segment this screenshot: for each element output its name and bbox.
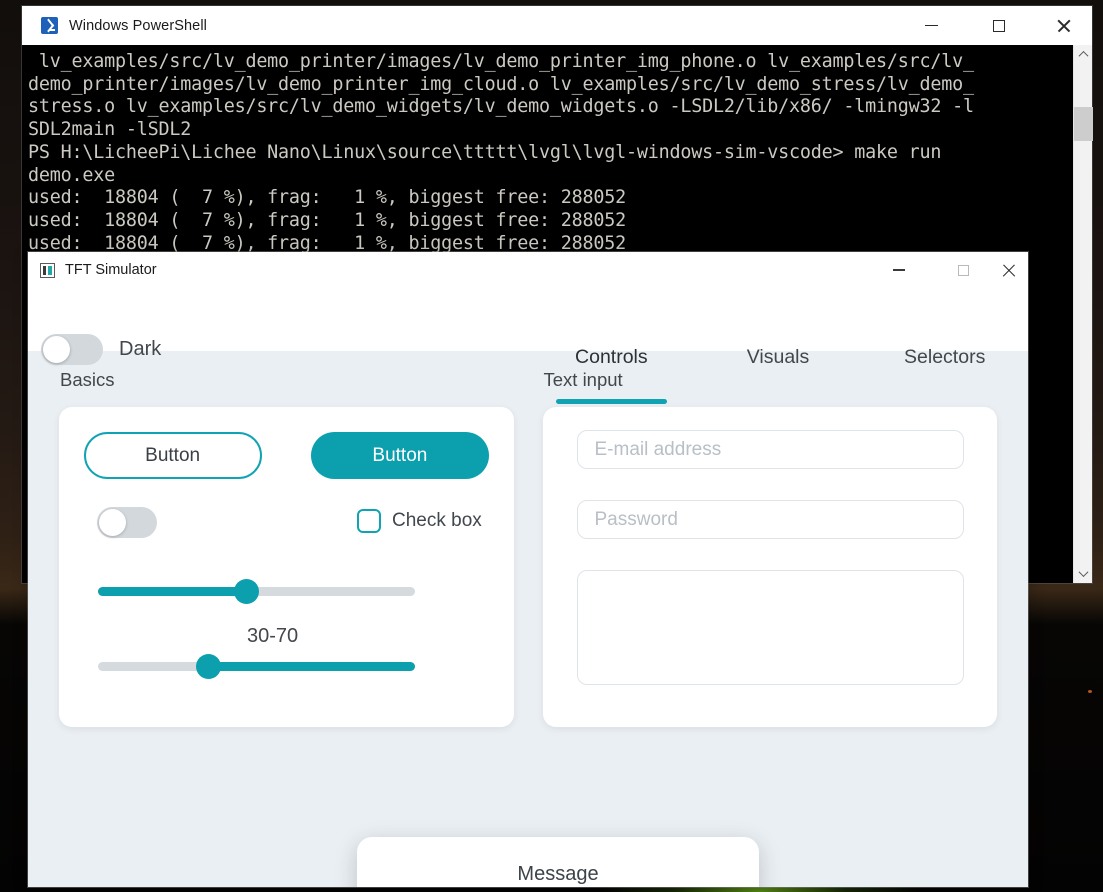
wallpaper-speck [1088, 690, 1092, 693]
checkbox-item[interactable]: Check box [357, 509, 482, 533]
chevron-up-icon [1078, 50, 1089, 61]
powershell-title: Windows PowerShell [69, 17, 207, 34]
checkbox-box[interactable] [357, 509, 381, 533]
simulator-close-button[interactable] [985, 252, 1031, 288]
slider-fill [98, 587, 247, 596]
text-input-card: E-mail address Password [542, 407, 997, 727]
slider-range-value: 30-70 [247, 625, 299, 647]
solid-button[interactable]: Button [310, 432, 489, 479]
simulator-maximize-button[interactable] [940, 252, 986, 288]
chevron-down-icon [1078, 567, 1089, 578]
maximize-icon [957, 264, 969, 276]
powershell-scrollbar[interactable] [1073, 45, 1093, 583]
slider-knob[interactable] [234, 579, 260, 604]
powershell-maximize-button[interactable] [976, 6, 1022, 45]
slider-range[interactable] [98, 654, 415, 679]
slider-normal[interactable] [98, 579, 415, 604]
desktop-background: Windows PowerShell lv_examples/src/lv_de… [0, 0, 1103, 892]
basics-card: Button Button Check box 30-70 [59, 407, 514, 727]
tab-content-controls: Basics Button Button Check box 30-70 Tex… [28, 351, 1028, 887]
outline-button[interactable]: Button [83, 432, 262, 479]
minimize-icon [893, 269, 905, 271]
password-field[interactable]: Password [576, 500, 964, 539]
simulator-title: TFT Simulator [65, 262, 157, 278]
slider-knob[interactable] [196, 654, 222, 679]
scrollbar-thumb[interactable] [1074, 107, 1093, 141]
simulator-titlebar[interactable]: TFT Simulator [28, 252, 1028, 288]
slider-fill [208, 662, 415, 671]
message-textarea[interactable] [576, 570, 964, 685]
toggle-knob [99, 509, 126, 536]
powershell-icon [41, 17, 58, 34]
powershell-close-button[interactable] [1040, 6, 1086, 45]
powershell-minimize-button[interactable] [908, 6, 954, 45]
email-field[interactable]: E-mail address [576, 430, 964, 469]
basics-section: Basics Button Button Check box 30-70 [59, 351, 514, 887]
text-input-section-title: Text input [543, 369, 623, 390]
dialog-title: Message [517, 863, 599, 885]
text-input-section: Text input E-mail address Password [542, 351, 997, 887]
demo-header: Dark Controls Visuals Selectors [28, 288, 1028, 404]
powershell-titlebar[interactable]: Windows PowerShell [22, 6, 1092, 45]
simulator-content: Dark Controls Visuals Selectors Basics B… [28, 288, 1028, 887]
close-icon [1056, 19, 1070, 33]
maximize-icon [993, 19, 1005, 32]
close-icon [1001, 263, 1016, 278]
scrollbar-down-button[interactable] [1074, 564, 1093, 583]
basics-section-title: Basics [60, 369, 115, 390]
app-icon [40, 262, 55, 278]
tft-simulator-window: TFT Simulator Dark Controls Visuals Sele… [28, 252, 1028, 887]
basics-switch[interactable] [97, 507, 157, 538]
simulator-minimize-button[interactable] [876, 252, 922, 288]
checkbox-label: Check box [392, 510, 482, 531]
minimize-icon [924, 24, 938, 27]
button-row: Button Button [59, 432, 514, 479]
scrollbar-up-button[interactable] [1074, 45, 1093, 64]
message-dialog: Message Cancel Ok [357, 837, 759, 887]
